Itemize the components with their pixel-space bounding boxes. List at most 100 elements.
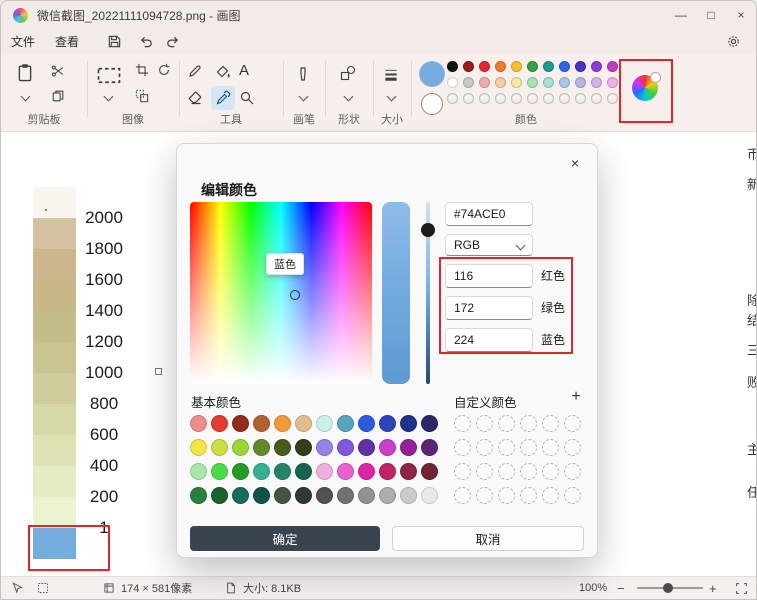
palette-color-swatch[interactable]	[463, 77, 474, 88]
basic-color-swatch[interactable]	[379, 439, 396, 456]
maximize-button[interactable]: □	[696, 1, 726, 29]
custom-color-slot[interactable]	[520, 415, 537, 432]
basic-color-swatch[interactable]	[232, 487, 249, 504]
basic-color-swatch[interactable]	[274, 487, 291, 504]
palette-empty-slot[interactable]	[463, 93, 474, 104]
basic-color-swatch[interactable]	[274, 415, 291, 432]
palette-color-swatch[interactable]	[559, 61, 570, 72]
zoom-out-button[interactable]: −	[617, 577, 625, 599]
basic-color-swatch[interactable]	[232, 439, 249, 456]
shapes-icon[interactable]	[340, 65, 356, 81]
palette-color-swatch[interactable]	[575, 77, 586, 88]
undo-icon[interactable]	[135, 31, 157, 51]
palette-empty-slot[interactable]	[591, 93, 602, 104]
basic-color-swatch[interactable]	[253, 439, 270, 456]
palette-empty-slot[interactable]	[479, 93, 490, 104]
pencil-tool-icon[interactable]	[187, 63, 203, 79]
palette-color-swatch[interactable]	[463, 61, 474, 72]
magnifier-tool-icon[interactable]	[239, 90, 255, 106]
shapes-dropdown-chevron-icon[interactable]	[343, 91, 354, 102]
basic-color-swatch[interactable]	[190, 415, 207, 432]
selection-handle[interactable]	[155, 368, 162, 375]
custom-color-slot[interactable]	[476, 439, 493, 456]
basic-color-swatch[interactable]	[337, 487, 354, 504]
basic-color-swatch[interactable]	[400, 463, 417, 480]
custom-color-slot[interactable]	[542, 415, 559, 432]
paste-dropdown-chevron-icon[interactable]	[20, 91, 31, 102]
select-icon[interactable]	[97, 67, 121, 84]
custom-color-slot[interactable]	[520, 463, 537, 480]
eyedropper-tool-icon[interactable]	[215, 90, 231, 106]
basic-color-swatch[interactable]	[358, 463, 375, 480]
fit-to-window-icon[interactable]	[735, 577, 748, 599]
basic-color-swatch[interactable]	[211, 463, 228, 480]
custom-color-slot[interactable]	[542, 463, 559, 480]
basic-color-swatch[interactable]	[400, 415, 417, 432]
basic-color-swatch[interactable]	[421, 439, 438, 456]
custom-color-slot[interactable]	[564, 463, 581, 480]
eraser-tool-icon[interactable]	[187, 90, 203, 106]
basic-color-swatch[interactable]	[358, 487, 375, 504]
palette-color-swatch[interactable]	[511, 61, 522, 72]
text-tool-icon[interactable]: A	[239, 62, 249, 79]
value-slider-handle[interactable]	[421, 223, 435, 237]
rotate-icon[interactable]	[157, 63, 171, 77]
custom-color-slot[interactable]	[454, 439, 471, 456]
paste-icon[interactable]	[15, 61, 35, 85]
palette-color-swatch[interactable]	[527, 61, 538, 72]
basic-color-swatch[interactable]	[316, 439, 333, 456]
palette-color-swatch[interactable]	[543, 77, 554, 88]
basic-color-swatch[interactable]	[316, 415, 333, 432]
basic-color-swatch[interactable]	[421, 463, 438, 480]
palette-color-swatch[interactable]	[559, 77, 570, 88]
palette-empty-slot[interactable]	[559, 93, 570, 104]
custom-color-slot[interactable]	[454, 487, 471, 504]
palette-color-swatch[interactable]	[447, 61, 458, 72]
menu-file[interactable]: 文件	[1, 30, 45, 53]
basic-color-swatch[interactable]	[211, 487, 228, 504]
palette-color-swatch[interactable]	[479, 61, 490, 72]
basic-color-swatch[interactable]	[274, 439, 291, 456]
custom-color-slot[interactable]	[542, 487, 559, 504]
save-icon[interactable]	[103, 31, 125, 51]
basic-color-swatch[interactable]	[358, 439, 375, 456]
basic-color-swatch[interactable]	[358, 415, 375, 432]
hex-input[interactable]: #74ACE0	[445, 202, 533, 226]
palette-empty-slot[interactable]	[543, 93, 554, 104]
custom-color-slot[interactable]	[564, 415, 581, 432]
palette-color-swatch[interactable]	[479, 77, 490, 88]
palette-color-swatch[interactable]	[591, 77, 602, 88]
custom-color-slot[interactable]	[564, 487, 581, 504]
basic-color-swatch[interactable]	[421, 487, 438, 504]
palette-color-swatch[interactable]	[543, 61, 554, 72]
basic-color-swatch[interactable]	[295, 415, 312, 432]
custom-color-slot[interactable]	[476, 487, 493, 504]
palette-color-swatch[interactable]	[527, 77, 538, 88]
custom-color-slot[interactable]	[476, 415, 493, 432]
close-button[interactable]: ×	[726, 1, 756, 29]
palette-color-swatch[interactable]	[591, 61, 602, 72]
brush-dropdown-chevron-icon[interactable]	[298, 91, 309, 102]
ok-button[interactable]: 确定	[190, 526, 380, 551]
basic-color-swatch[interactable]	[421, 415, 438, 432]
basic-color-swatch[interactable]	[295, 487, 312, 504]
custom-color-slot[interactable]	[520, 487, 537, 504]
basic-color-swatch[interactable]	[379, 487, 396, 504]
basic-color-swatch[interactable]	[316, 487, 333, 504]
palette-color-swatch[interactable]	[575, 61, 586, 72]
basic-color-swatch[interactable]	[379, 415, 396, 432]
zoom-in-button[interactable]: +	[709, 577, 717, 599]
settings-gear-icon[interactable]	[722, 31, 744, 51]
palette-empty-slot[interactable]	[575, 93, 586, 104]
basic-color-swatch[interactable]	[337, 439, 354, 456]
minimize-button[interactable]: —	[666, 1, 696, 29]
custom-color-slot[interactable]	[498, 415, 515, 432]
zoom-slider-handle[interactable]	[663, 583, 673, 593]
menu-view[interactable]: 查看	[45, 30, 89, 53]
color1-swatch[interactable]	[419, 61, 445, 87]
fill-tool-icon[interactable]	[215, 63, 231, 79]
custom-color-slot[interactable]	[564, 439, 581, 456]
edit-colors-button[interactable]	[632, 72, 661, 101]
basic-color-swatch[interactable]	[295, 439, 312, 456]
color-picker-marker[interactable]	[290, 290, 300, 300]
